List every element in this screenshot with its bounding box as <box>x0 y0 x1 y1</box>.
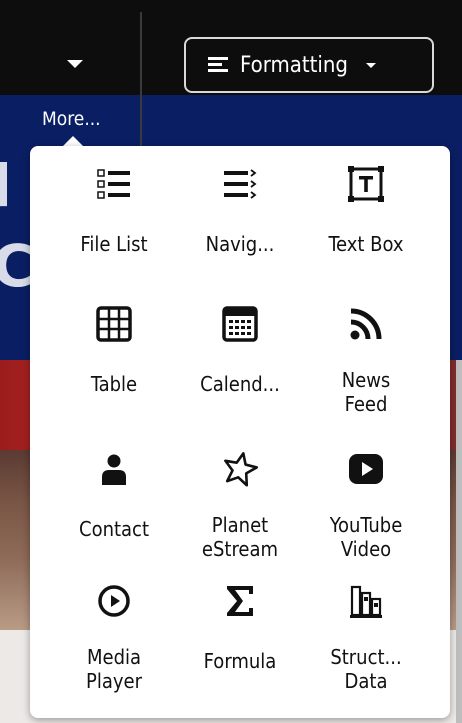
youtube-play-icon <box>349 454 383 484</box>
align-lines-icon <box>208 57 228 73</box>
background-scrollbar <box>456 360 462 723</box>
widget-label: Navig... <box>205 232 275 256</box>
widget-youtube-video[interactable]: YouTube Video <box>299 431 433 563</box>
widget-file-list[interactable]: File List <box>47 146 181 278</box>
widget-calendar[interactable]: Calend... <box>173 286 307 418</box>
widget-contact[interactable]: Contact <box>47 431 181 563</box>
widget-media-player[interactable]: Media Player <box>47 563 181 695</box>
widget-label: Contact <box>79 517 149 541</box>
more-dropdown-panel: File List Navig... Text Box Table Calend… <box>30 146 450 718</box>
star-outline-icon <box>224 452 258 487</box>
more-button[interactable]: More... <box>30 40 120 140</box>
navigation-icon <box>224 169 257 199</box>
file-list-icon <box>97 169 130 199</box>
widget-label: Struct... Data <box>330 645 402 693</box>
widget-label: Calend... <box>200 372 280 396</box>
calendar-icon <box>222 306 258 342</box>
widget-label: News Feed <box>341 368 391 416</box>
rss-feed-icon <box>350 308 382 340</box>
widget-formula[interactable]: Formula <box>173 563 307 695</box>
widget-table[interactable]: Table <box>47 286 181 418</box>
person-icon <box>102 454 126 485</box>
formatting-dropdown-button[interactable]: Formatting <box>184 37 434 93</box>
sigma-icon <box>227 586 253 616</box>
widget-label: Formula <box>203 649 277 673</box>
widget-label: Planet eStream <box>201 513 279 561</box>
widget-structured-data[interactable]: Struct... Data <box>299 563 433 695</box>
formatting-button-label: Formatting <box>240 52 348 78</box>
text-box-icon <box>348 166 384 202</box>
app-frame: l C More... Formatting File List Navig..… <box>0 0 462 723</box>
caret-down-icon <box>366 62 376 68</box>
structured-data-icon <box>350 585 382 618</box>
widget-text-box[interactable]: Text Box <box>299 146 433 278</box>
widget-label: Text Box <box>328 232 404 256</box>
widget-planet-estream[interactable]: Planet eStream <box>173 431 307 563</box>
widget-label: Media Player <box>86 645 142 693</box>
widget-label: File List <box>80 232 148 256</box>
play-circle-icon <box>98 585 130 617</box>
more-button-label: More... <box>42 108 101 130</box>
widget-news-feed[interactable]: News Feed <box>299 286 433 418</box>
toolbar-divider <box>140 12 142 148</box>
background-heading-fragment: l <box>0 152 12 220</box>
widget-label: Table <box>90 372 138 396</box>
caret-down-icon <box>67 60 83 68</box>
table-icon <box>96 306 132 342</box>
widget-label: YouTube Video <box>329 513 403 561</box>
widget-navigation[interactable]: Navig... <box>173 146 307 278</box>
